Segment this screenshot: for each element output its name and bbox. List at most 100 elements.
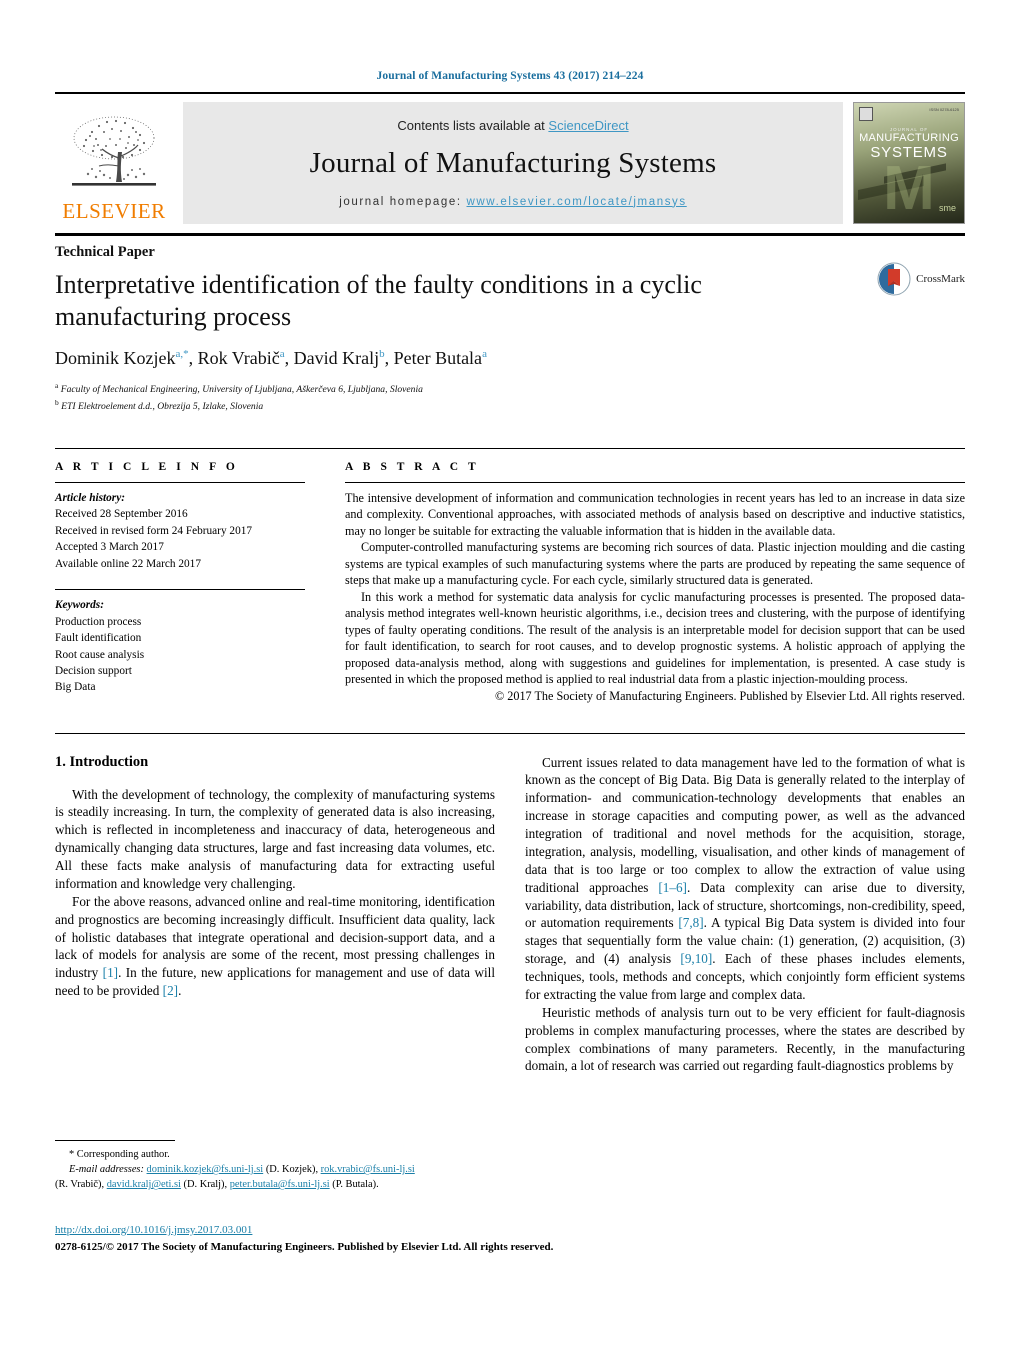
cover-issn: ISSN 0278-6125 [929,107,959,112]
abstract-paragraph: In this work a method for systematic dat… [345,589,965,687]
citation-link[interactable]: [1] [103,965,118,980]
footnote-rule [55,1140,175,1141]
keyword-item: Production process [55,615,142,628]
article-info-heading: A R T I C L E I N F O [55,460,239,473]
body-paragraph: Current issues related to data managemen… [525,754,965,1002]
info-abstract-region: A R T I C L E I N F O Article history: R… [55,447,965,705]
abstract-body: The intensive development of information… [345,490,965,705]
body-column-left: 1. Introduction With the development of … [55,754,495,1076]
history-item: Received in revised form 24 February 201… [55,524,253,537]
email-owner: (R. Vrabič) [55,1179,102,1191]
article-history-title: Article history: [55,491,125,504]
body-paragraph: With the development of technology, the … [55,786,495,891]
email-label: E-mail addresses: [69,1164,144,1176]
abstract-paragraph: The intensive development of information… [345,490,965,538]
article-header: Technical Paper Interpretative identific… [55,244,965,414]
author-affil-marker[interactable]: a,* [175,348,188,360]
keywords-rule [55,589,305,591]
body-top-rule [55,732,965,734]
footer-links: http://dx.doi.org/10.1016/j.jmsy.2017.03… [55,1222,695,1255]
cover-header: ISSN 0278-6125 [859,107,959,121]
crossmark-badge[interactable]: CrossMark [877,262,965,296]
body-paragraph: Heuristic methods of analysis turn out t… [525,1004,965,1074]
abstract-rule [345,481,965,483]
abstract-column: A B S T R A C T The intensive developmen… [345,449,965,705]
issn-copyright-line: 0278-6125/© 2017 The Society of Manufact… [55,1240,554,1253]
email-link[interactable]: rok.vrabic@fs.uni-lj.si [321,1164,415,1175]
email-link[interactable]: dominik.kozjek@fs.uni-lj.si [147,1164,264,1175]
elsevier-logo: ELSEVIER [55,102,173,224]
affiliation-list: a Faculty of Mechanical Engineering, Uni… [55,381,965,413]
citation-link[interactable]: [2] [163,983,178,998]
article-page: Journal of Manufacturing Systems 43 (201… [0,0,1020,1351]
affiliation-item: b ETI Elektroelement d.d., Obrezija 5, I… [55,398,965,414]
email-owner: (D. Kralj) [183,1179,225,1191]
email-addresses-line: E-mail addresses: dominik.kozjek@fs.uni-… [55,1164,415,1191]
masthead-bottom-rule [55,233,965,236]
doi-link[interactable]: http://dx.doi.org/10.1016/j.jmsy.2017.03… [55,1224,252,1236]
affiliation-text: Faculty of Mechanical Engineering, Unive… [60,384,423,396]
keywords-block: Keywords: Production process Fault ident… [55,597,305,696]
history-item: Received 28 September 2016 [55,508,188,521]
journal-title: Journal of Manufacturing Systems [309,146,717,179]
email-owner: (P. Butala) [332,1179,377,1191]
abstract-paragraph: Computer-controlled manufacturing system… [345,540,965,588]
abstract-heading: A B S T R A C T [345,460,480,473]
author-name: Dominik Kozjek [55,348,176,369]
affiliation-marker: b [55,397,59,407]
article-info-column: A R T I C L E I N F O Article history: R… [55,449,305,705]
affiliation-marker: a [55,381,59,391]
body-column-right: Current issues related to data managemen… [525,754,965,1076]
keyword-item: Decision support [55,664,132,677]
cover-elsevier-mark-icon [859,107,873,121]
author-affil-marker[interactable]: a [482,348,487,360]
article-history-block: Article history: Received 28 September 2… [55,490,305,572]
keyword-item: Big Data [55,681,96,694]
citation-link[interactable]: [7,8] [678,915,703,930]
journal-homepage-link[interactable]: www.elsevier.com/locate/jmansys [467,196,687,208]
body-columns: 1. Introduction With the development of … [55,754,965,1076]
journal-homepage-line: journal homepage: www.elsevier.com/locat… [339,196,687,208]
citation-link[interactable]: [9,10] [680,951,712,966]
author-name: Rok Vrabič [197,348,280,369]
page-title: Interpretative identification of the fau… [55,270,702,331]
corresponding-author-note: * Corresponding author. [69,1149,170,1160]
section-heading-introduction: 1. Introduction [55,753,149,770]
citation-link[interactable]: [1–6] [658,880,687,895]
keyword-item: Fault identification [55,632,142,645]
author-affil-marker[interactable]: b [379,348,385,360]
keyword-item: Root cause analysis [55,648,145,661]
elsevier-tree-icon [72,116,156,186]
elsevier-wordmark: ELSEVIER [62,199,166,223]
affiliation-item: a Faculty of Mechanical Engineering, Uni… [55,381,965,397]
keywords-title: Keywords: [55,599,104,612]
cover-title-line1: MANUFACTURING [859,132,959,144]
paper-type-label: Technical Paper [55,244,155,260]
author-affil-marker[interactable]: a [280,348,285,360]
cover-sme-logo: sme [938,203,956,213]
history-item: Available online 22 March 2017 [55,557,201,570]
contents-prefix: Contents lists available at [397,117,549,133]
email-owner: (D. Kozjek) [265,1164,316,1176]
author-name: David Kralj [293,348,380,369]
journal-masthead: ELSEVIER Contents lists available at Sci… [55,92,965,224]
email-link[interactable]: peter.butala@fs.uni-lj.si [230,1179,330,1190]
article-info-rule [55,481,305,483]
abstract-copyright: © 2017 The Society of Manufacturing Engi… [494,689,965,703]
contents-line: Contents lists available at ScienceDirec… [397,118,628,133]
history-item: Accepted 3 March 2017 [55,541,164,554]
running-head: Journal of Manufacturing Systems 43 (201… [376,70,644,82]
email-link[interactable]: david.kralj@eti.si [107,1179,181,1190]
author-list: Dominik Kozjeka,*, Rok Vrabiča, David Kr… [55,348,487,369]
crossmark-icon [877,262,911,296]
journal-cover-thumbnail: ISSN 0278-6125 JOURNAL OF MANUFACTURING … [853,102,965,224]
author-name: Peter Butala [393,348,483,369]
footnote-block: * Corresponding author. E-mail addresses… [55,1140,485,1192]
sciencedirect-link[interactable]: ScienceDirect [548,118,628,133]
footnote-text: * Corresponding author. E-mail addresses… [55,1147,485,1192]
body-paragraph: For the above reasons, advanced online a… [55,893,495,999]
journal-banner: Contents lists available at ScienceDirec… [183,102,843,224]
homepage-label: journal homepage: [339,195,467,208]
crossmark-label: CrossMark [916,273,965,285]
affiliation-text: ETI Elektroelement d.d., Obrezija 5, Izl… [61,400,264,412]
